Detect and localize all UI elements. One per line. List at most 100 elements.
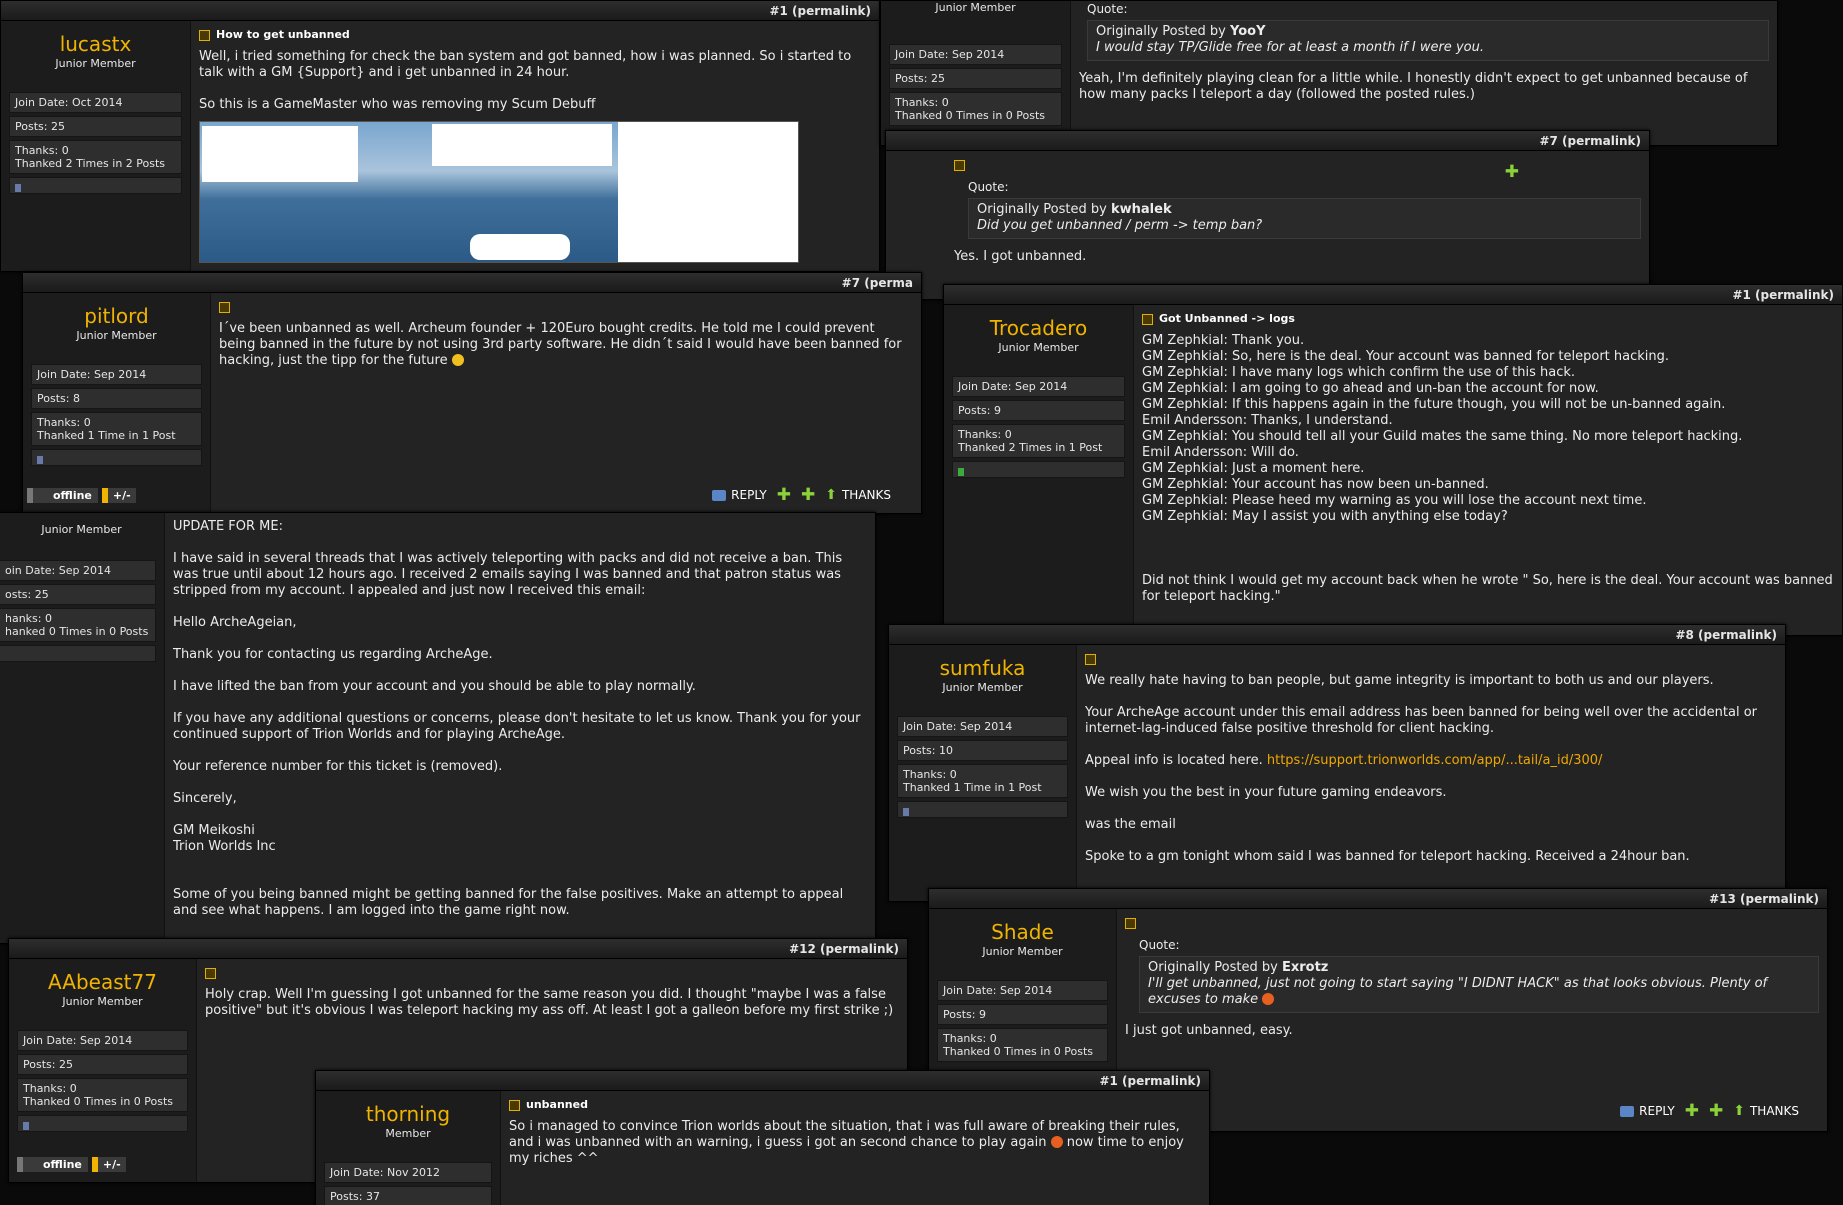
post-content: Quote: Originally Posted by YooY I would… xyxy=(1071,1,1777,145)
post-number[interactable]: #12 (permalink) xyxy=(9,939,907,959)
post-content: I´ve been unbanned as well. Archeum foun… xyxy=(211,293,921,513)
post-text: Spoke to a gm tonight whom said I was ba… xyxy=(1085,849,1690,864)
quote-block: Quote: Originally Posted by YooY I would… xyxy=(1087,1,1769,61)
quote-text: I'll get unbanned, just not going to sta… xyxy=(1148,976,1768,1007)
plus-icon[interactable]: ✚ xyxy=(1709,1103,1723,1120)
post-number[interactable]: #7 (permalink) xyxy=(886,131,1649,151)
post-text: Your ArcheAge account under this email a… xyxy=(1085,705,1762,736)
post-number[interactable]: #7 (perma xyxy=(23,273,921,293)
post-text: I´ve been unbanned as well. Archeum foun… xyxy=(219,321,906,368)
post-count: Posts: 37 xyxy=(324,1186,492,1205)
username[interactable]: AAbeast77 xyxy=(9,971,196,993)
pm-button[interactable]: +/- xyxy=(101,488,136,503)
post-count: Posts: 25 xyxy=(889,68,1062,89)
quote-block: Quote: Originally Posted by Exrotz I'll … xyxy=(1139,937,1819,1013)
post-icon xyxy=(199,29,210,41)
reputation-bar xyxy=(897,801,1068,818)
user-sidebar: Junior Member oin Date: Sep 2014 osts: 2… xyxy=(0,513,165,943)
post-icon xyxy=(509,1099,520,1111)
post-title: unbanned xyxy=(509,1098,1201,1111)
post-title: Got Unbanned -> logs xyxy=(1142,312,1834,325)
plus-icon[interactable]: ✚ xyxy=(777,487,791,504)
screenshot-image[interactable] xyxy=(199,121,799,263)
quote-box: Originally Posted by YooY I would stay T… xyxy=(1087,20,1769,61)
reply-button[interactable]: REPLY xyxy=(712,488,767,502)
chat-log: GM Zephkial: Thank you. GM Zephkial: So,… xyxy=(1142,333,1743,524)
post-text: Appeal info is located here. https://sup… xyxy=(1085,753,1603,768)
thanks-info: Thanks: 0 Thanked 2 Times in 2 Posts xyxy=(9,140,182,174)
smiley-icon xyxy=(1262,993,1275,1005)
post-sumfuka: #8 (permalink) sumfuka Junior Member Joi… xyxy=(888,624,1786,902)
post-icon xyxy=(1085,653,1096,665)
post-text: I just got unbanned, easy. xyxy=(1125,1023,1293,1038)
user-rank: Junior Member xyxy=(62,995,143,1008)
join-date: Join Date: Sep 2014 xyxy=(937,980,1108,1001)
plus-icon[interactable]: ✚ xyxy=(1505,164,1519,181)
post-title xyxy=(219,301,913,313)
quote-box: Originally Posted by Exrotz I'll get unb… xyxy=(1139,956,1819,1013)
post-number[interactable]: #1 (permalink) xyxy=(1,1,879,21)
quote-author: Originally Posted by kwhalek xyxy=(977,202,1172,217)
join-date: oin Date: Sep 2014 xyxy=(0,560,156,581)
join-date: Join Date: Sep 2014 xyxy=(952,376,1125,397)
post-text: was the email xyxy=(1085,817,1176,832)
post-number[interactable]: #8 (permalink) xyxy=(889,625,1785,645)
pm-button[interactable]: +/- xyxy=(91,1157,126,1172)
smiley-icon xyxy=(451,354,464,366)
reputation-bar xyxy=(17,1115,188,1132)
post-text: Yeah, I'm definitely playing clean for a… xyxy=(1079,71,1752,102)
reputation-bar xyxy=(0,645,156,662)
thanks-button[interactable]: ⬆ THANKS xyxy=(1733,1103,1799,1119)
post-content: Quote: Originally Posted by kwhalek Did … xyxy=(946,151,1649,299)
username[interactable]: sumfuka xyxy=(889,657,1076,679)
user-rank: Junior Member xyxy=(76,329,157,342)
quote-author: Originally Posted by Exrotz xyxy=(1148,960,1329,975)
post-count: osts: 25 xyxy=(0,584,156,605)
join-date: Join Date: Nov 2012 xyxy=(324,1162,492,1183)
post-number[interactable]: #1 (permalink) xyxy=(944,285,1842,305)
user-rank: Junior Member xyxy=(55,57,136,70)
post-icon xyxy=(1142,313,1153,325)
thanks-button[interactable]: ⬆ THANKS xyxy=(825,487,891,503)
username[interactable]: Trocadero xyxy=(944,317,1133,339)
plus-icon[interactable]: ✚ xyxy=(801,487,815,504)
offline-status: offline xyxy=(17,1157,88,1172)
quote-label: Quote: xyxy=(968,180,1009,194)
post-text: We really hate having to ban people, but… xyxy=(1085,673,1714,688)
username[interactable]: pitlord xyxy=(23,305,210,327)
post-number[interactable]: #1 (permalink) xyxy=(316,1071,1209,1091)
post-lucastx: #1 (permalink) lucastx Junior Member Joi… xyxy=(0,0,880,272)
post-content: Quote: Originally Posted by Exrotz I'll … xyxy=(1117,909,1827,1131)
reply-icon xyxy=(712,489,727,501)
post-count: Posts: 10 xyxy=(897,740,1068,761)
username[interactable]: Shade xyxy=(929,921,1116,943)
post-text: Holy crap. Well I'm guessing I got unban… xyxy=(205,987,894,1018)
post-icon xyxy=(219,301,230,313)
join-date: Join Date: Sep 2014 xyxy=(17,1030,188,1051)
username[interactable]: thorning xyxy=(316,1103,500,1125)
post-title xyxy=(205,967,899,979)
thanks-info: hanks: 0 hanked 0 Times in 0 Posts xyxy=(0,608,156,642)
smiley-icon xyxy=(1050,1136,1063,1148)
reputation-bar xyxy=(952,461,1125,478)
post-content: unbanned So i managed to convince Trion … xyxy=(501,1091,1209,1205)
thanks-info: Thanks: 0 Thanked 1 Time in 1 Post xyxy=(897,764,1068,798)
join-date: Join Date: Oct 2014 xyxy=(9,92,182,113)
user-rank: Junior Member xyxy=(935,1,1016,14)
user-sidebar: lucastx Junior Member Join Date: Oct 201… xyxy=(1,21,191,271)
reputation-bar xyxy=(31,449,202,466)
reply-button[interactable]: REPLY xyxy=(1620,1104,1675,1118)
post-icon xyxy=(954,159,965,171)
user-sidebar: Junior Member Join Date: Sep 2014 Posts:… xyxy=(881,1,1071,145)
appeal-link[interactable]: https://support.trionworlds.com/app/...t… xyxy=(1267,753,1603,768)
user-rank: Junior Member xyxy=(998,341,1079,354)
reply-icon xyxy=(1620,1105,1635,1117)
post-icon xyxy=(205,967,216,979)
post-number[interactable]: #13 (permalink) xyxy=(929,889,1827,909)
post-text: Yes. I got unbanned. xyxy=(954,249,1087,264)
username[interactable]: lucastx xyxy=(1,33,190,55)
post-text: Well, i tried something for check the ba… xyxy=(199,49,856,80)
post-title xyxy=(1085,653,1777,665)
plus-icon[interactable]: ✚ xyxy=(1685,1103,1699,1120)
user-sidebar: pitlord Junior Member Join Date: Sep 201… xyxy=(23,293,211,513)
